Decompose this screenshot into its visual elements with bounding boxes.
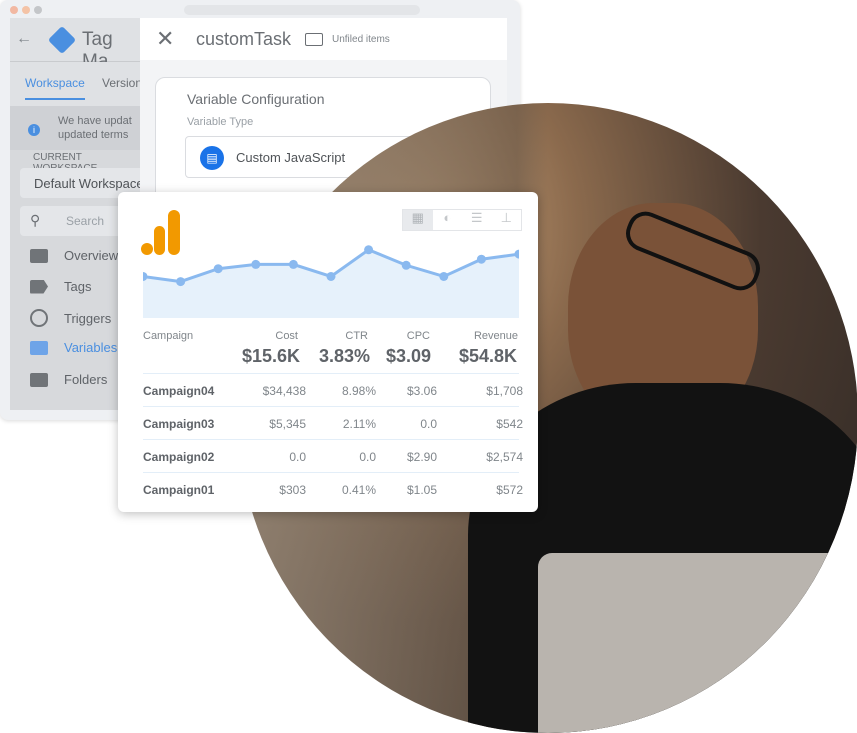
tag-manager-logo-icon <box>47 25 77 55</box>
cell-value: 0.0 <box>420 417 437 431</box>
sidebar-item-overview[interactable]: Overview <box>30 248 118 263</box>
sparkline-point[interactable] <box>176 277 186 287</box>
config-title: Variable Configuration <box>187 91 325 107</box>
trigger-icon <box>30 309 48 327</box>
cell-value: 2.11% <box>342 417 376 431</box>
table-row[interactable]: Campaign02 0.0 0.0 $2.90 $2,574 <box>143 439 523 472</box>
sidebar-item-triggers[interactable]: Triggers <box>30 309 111 327</box>
sparkline-point[interactable] <box>326 271 336 281</box>
overview-icon <box>30 248 48 263</box>
sparkline-point[interactable] <box>213 264 223 274</box>
workspace-name: Default Workspace <box>34 176 144 191</box>
cell-value: $34,438 <box>262 384 306 398</box>
cell-value: $1.05 <box>406 483 437 497</box>
cell-value: $5,345 <box>269 417 306 431</box>
table-row[interactable]: Campaign03 $5,345 2.11% 0.0 $542 <box>143 406 523 439</box>
cell-value: 0.41% <box>341 483 376 497</box>
tag-icon <box>30 279 48 294</box>
cell-value: 0.0 <box>359 450 376 464</box>
column-header-campaign[interactable]: Campaign <box>143 330 193 342</box>
sparkline-point[interactable] <box>476 254 486 264</box>
cell-value: 8.98% <box>341 384 376 398</box>
sparkline-chart <box>143 245 519 318</box>
variable-name[interactable]: customTask <box>196 29 291 50</box>
variables-icon <box>30 340 48 355</box>
back-arrow-icon[interactable]: ← <box>16 30 32 48</box>
variable-type-label: Variable Type <box>187 116 254 128</box>
sparkline-area <box>143 249 519 318</box>
table-row[interactable]: Campaign04 $34,438 8.98% $3.06 $1,708 <box>143 373 523 406</box>
tab-versions[interactable]: Version <box>102 76 142 90</box>
cell-value: $1,708 <box>486 384 523 398</box>
bar-icon[interactable]: ☰ <box>462 210 492 230</box>
notice-banner: i We have updat updated terms <box>10 106 140 150</box>
table-icon[interactable]: ▦ <box>403 210 433 230</box>
minimize-dot[interactable] <box>22 6 30 14</box>
search-placeholder: Search <box>66 214 105 228</box>
pivot-icon[interactable]: ⊥ <box>492 210 522 230</box>
cell-value: $572 <box>496 483 523 497</box>
campaign-name: Campaign01 <box>143 483 215 497</box>
total-cpc: $3.09 <box>385 346 431 366</box>
nav-label: Variables <box>64 340 118 355</box>
notice-line: We have updat <box>58 115 132 127</box>
sidebar-item-tags[interactable]: Tags <box>30 279 91 294</box>
column-header-cpc[interactable]: CPC <box>407 330 430 342</box>
variable-type-value: Custom JavaScript <box>236 150 346 165</box>
cell-value: $3.06 <box>406 384 437 398</box>
close-icon[interactable]: ✕ <box>156 26 174 52</box>
sparkline-point[interactable] <box>288 259 298 269</box>
sidebar-item-folders[interactable]: Folders <box>30 372 107 387</box>
folder-label[interactable]: Unfiled items <box>332 34 390 45</box>
cell-value: $542 <box>496 417 523 431</box>
total-ctr: 3.83% <box>318 346 370 366</box>
laptop <box>538 553 857 733</box>
view-toggle: ▦ ◐ ☰ ⊥ <box>402 209 522 231</box>
notice-line: updated terms <box>58 129 129 141</box>
pie-icon[interactable]: ◐ <box>433 210 463 230</box>
maximize-dot[interactable] <box>34 6 42 14</box>
tab-workspace[interactable]: Workspace <box>25 76 85 100</box>
table-row[interactable]: Campaign01 $303 0.41% $1.05 $572 <box>143 472 523 505</box>
nav-label: Triggers <box>64 310 112 326</box>
nav-label: Overview <box>64 248 119 263</box>
sidebar-item-variables[interactable]: Variables <box>30 340 117 355</box>
total-revenue: $54.8K <box>458 346 517 366</box>
document-icon: ▤ <box>200 146 224 170</box>
cell-value: 0.0 <box>289 450 306 464</box>
analytics-card: ▦ ◐ ☰ ⊥ Campaign Cost CTR CPC Revenue $1… <box>118 192 538 512</box>
folder-icon[interactable] <box>305 33 323 46</box>
info-icon: i <box>28 124 40 136</box>
address-bar[interactable] <box>184 5 420 15</box>
sparkline-point[interactable] <box>364 245 374 255</box>
column-header-revenue[interactable]: Revenue <box>474 330 518 342</box>
campaign-name: Campaign03 <box>143 417 215 431</box>
close-dot[interactable] <box>10 6 18 14</box>
cell-value: $2.90 <box>406 450 437 464</box>
search-icon: ⚲ <box>30 212 41 228</box>
nav-label: Folders <box>64 372 108 387</box>
column-header-cost[interactable]: Cost <box>275 330 298 342</box>
column-header-ctr[interactable]: CTR <box>345 330 368 342</box>
folder-icon <box>30 372 48 387</box>
campaign-name: Campaign02 <box>143 450 215 464</box>
cell-value: $303 <box>279 483 306 497</box>
campaign-name: Campaign04 <box>143 384 215 398</box>
cell-value: $2,574 <box>486 450 523 464</box>
sparkline-point[interactable] <box>401 260 411 270</box>
total-cost: $15.6K <box>241 346 300 366</box>
sparkline-point[interactable] <box>251 259 261 269</box>
nav-label: Tags <box>64 279 92 294</box>
sparkline-point[interactable] <box>439 271 449 281</box>
